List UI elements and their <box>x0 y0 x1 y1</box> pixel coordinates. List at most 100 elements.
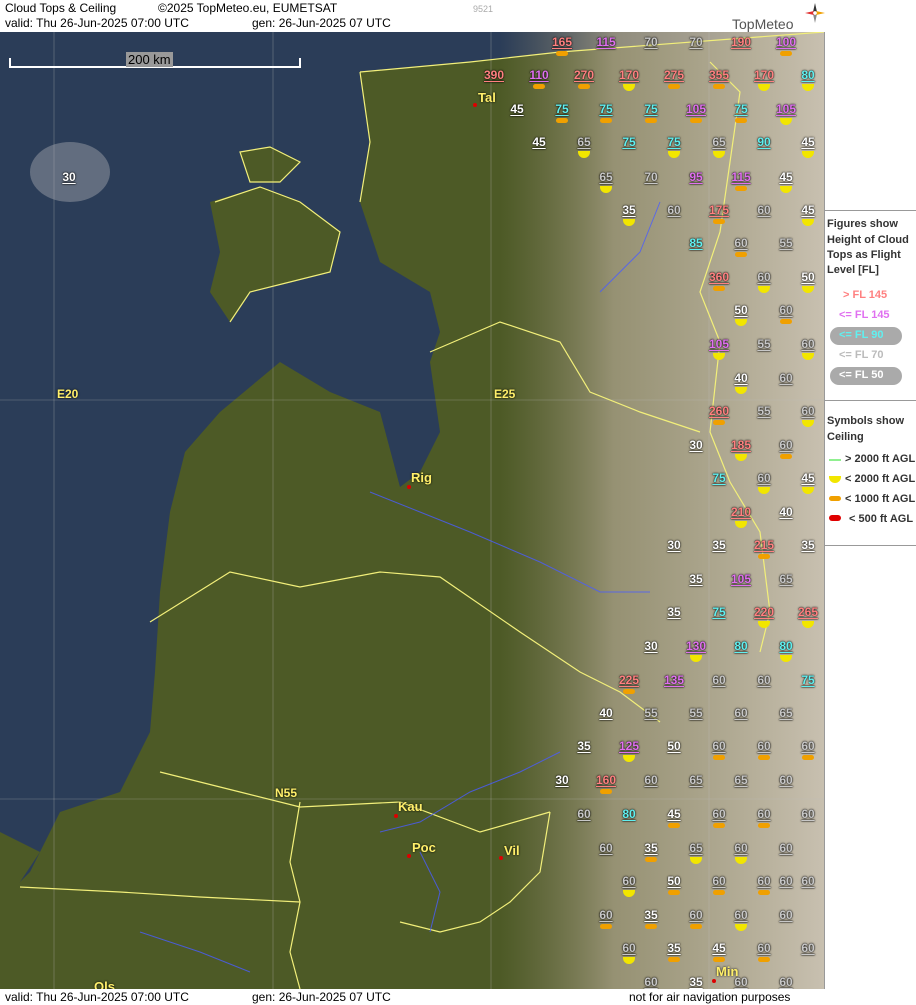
cloud-top-value: 105 <box>730 572 752 586</box>
cloud-top-value: 55 <box>689 706 703 720</box>
cloud-top-value: 45 <box>801 135 815 149</box>
cloud-top-value: 175 <box>708 203 730 217</box>
cloud-top-value: 75 <box>801 673 815 687</box>
ceiling-orange-bar-icon <box>623 689 635 694</box>
cloud-top-value: 95 <box>689 170 703 184</box>
ceiling-orange-bar-icon <box>780 51 792 56</box>
city-dot <box>499 856 503 860</box>
ceiling-legend-gt2000: > 2000 ft AGL <box>845 453 916 465</box>
cloud-top-value: 35 <box>801 538 815 552</box>
cloud-top-value: 60 <box>734 236 748 250</box>
grid-label-e20: E20 <box>57 387 79 401</box>
cloud-top-value: 60 <box>757 471 771 485</box>
cloud-top-value: 45 <box>779 170 793 184</box>
cloud-top-value: 35 <box>667 605 681 619</box>
cloud-top-value: 75 <box>555 102 569 116</box>
cloud-top-value: 45 <box>801 471 815 485</box>
ceiling-legend-lt500: < 500 ft AGL <box>849 513 914 525</box>
footer: valid: Thu 26-Jun-2025 07:00 UTC gen: 26… <box>0 989 916 1005</box>
cloud-top-value: 80 <box>801 68 815 82</box>
cloud-top-value: 275 <box>663 68 685 82</box>
ceiling-orange-bar-icon <box>668 84 680 89</box>
satellite-map: 200 km E20 E25 N55 Tal Rig Kau Poc Vil M… <box>0 32 824 989</box>
ceiling-orange-bar-icon <box>600 789 612 794</box>
city-dot <box>394 814 398 818</box>
ceiling-orange-bar-icon <box>735 118 747 123</box>
cloud-top-value: 60 <box>757 270 771 284</box>
cloud-top-value: 55 <box>779 236 793 250</box>
cloud-top-value: 80 <box>622 807 636 821</box>
ceiling-orange-bar-icon <box>713 755 725 760</box>
ceiling-orange-bar-icon <box>578 84 590 89</box>
cloud-top-value: 390 <box>483 68 505 82</box>
cloud-top-value: 45 <box>510 102 524 116</box>
cloud-top-value: 30 <box>689 438 703 452</box>
cloud-top-value: 75 <box>667 135 681 149</box>
city-label-riga: Rig <box>411 470 432 485</box>
cloud-top-value: 50 <box>734 303 748 317</box>
cloud-top-value: 355 <box>708 68 730 82</box>
cloud-top-value: 90 <box>757 135 771 149</box>
cloud-top-value: 60 <box>712 874 726 888</box>
cloud-top-value: 60 <box>801 404 815 418</box>
cloud-top-value: 60 <box>734 908 748 922</box>
cloud-top-value: 70 <box>644 170 658 184</box>
ceiling-orange-bar-icon <box>713 84 725 89</box>
cloud-top-value: 115 <box>731 170 751 184</box>
ceiling-orange-bar-icon <box>556 51 568 56</box>
cloud-top-value: 75 <box>734 102 748 116</box>
cloud-top-value: 185 <box>730 438 752 452</box>
cloud-top-value: 75 <box>712 605 726 619</box>
cloud-top-value: 60 <box>757 941 771 955</box>
city-label-vilnius: Vil <box>504 843 520 858</box>
cloud-top-value: 60 <box>712 807 726 821</box>
ceiling-orange-bar-icon <box>600 924 612 929</box>
cloud-top-value: 60 <box>801 874 815 888</box>
cloud-top-value: 80 <box>779 639 793 653</box>
grid-label-n55: N55 <box>275 786 298 800</box>
ceiling-orange-bar-icon <box>668 957 680 962</box>
cloud-top-value: 100 <box>775 35 797 49</box>
cloud-top-value: 60 <box>734 975 748 989</box>
cloud-top-value: 55 <box>644 706 658 720</box>
cloud-top-value: 60 <box>801 941 815 955</box>
cloud-top-value: 65 <box>599 170 613 184</box>
ceiling-orange-bar-icon <box>668 890 680 895</box>
cloud-top-value: 50 <box>801 270 815 284</box>
footer-valid-time: valid: Thu 26-Jun-2025 07:00 UTC <box>5 990 189 1004</box>
ceiling-orange-bar-icon <box>600 118 612 123</box>
cloud-top-value: 65 <box>779 572 793 586</box>
cloud-top-value: 105 <box>775 102 797 116</box>
cloud-top-value: 30 <box>667 538 681 552</box>
city-label-poc: Poc <box>412 840 436 855</box>
cloud-top-value: 105 <box>685 102 707 116</box>
cloud-top-value: 35 <box>577 739 591 753</box>
product-code: 9521 <box>473 4 494 14</box>
cloud-top-value: 170 <box>618 68 640 82</box>
fl-legend-le90: <= FL 90 <box>839 329 884 341</box>
cloud-top-value: 50 <box>667 739 681 753</box>
cloud-top-value: 85 <box>689 236 703 250</box>
cloud-top-value: 30 <box>555 773 569 787</box>
ceiling-orange-bar-icon <box>690 118 702 123</box>
cloud-top-value: 60 <box>667 203 681 217</box>
ceiling-orange-bar-icon <box>556 118 568 123</box>
ceiling-orange-bar-icon <box>735 186 747 191</box>
ceiling-orange-bar-icon <box>829 496 841 501</box>
cloud-top-value: 55 <box>757 404 771 418</box>
cloud-top-value: 60 <box>779 975 793 989</box>
ceiling-orange-bar-icon <box>533 84 545 89</box>
ceiling-orange-bar-icon <box>758 957 770 962</box>
cloud-top-value: 60 <box>622 941 636 955</box>
scale-label: 200 km <box>126 52 173 67</box>
cloud-top-value: 60 <box>712 739 726 753</box>
cloud-top-value: 60 <box>689 908 703 922</box>
ceiling-legend-lt1000: < 1000 ft AGL <box>845 493 916 505</box>
city-dot <box>407 854 411 858</box>
city-dot <box>473 103 477 107</box>
cloud-top-value: 35 <box>667 941 681 955</box>
generated-time: gen: 26-Jun-2025 07 UTC <box>252 16 391 30</box>
ceiling-orange-bar-icon <box>758 554 770 559</box>
cloud-top-value: 80 <box>734 639 748 653</box>
ceiling-orange-bar-icon <box>780 454 792 459</box>
